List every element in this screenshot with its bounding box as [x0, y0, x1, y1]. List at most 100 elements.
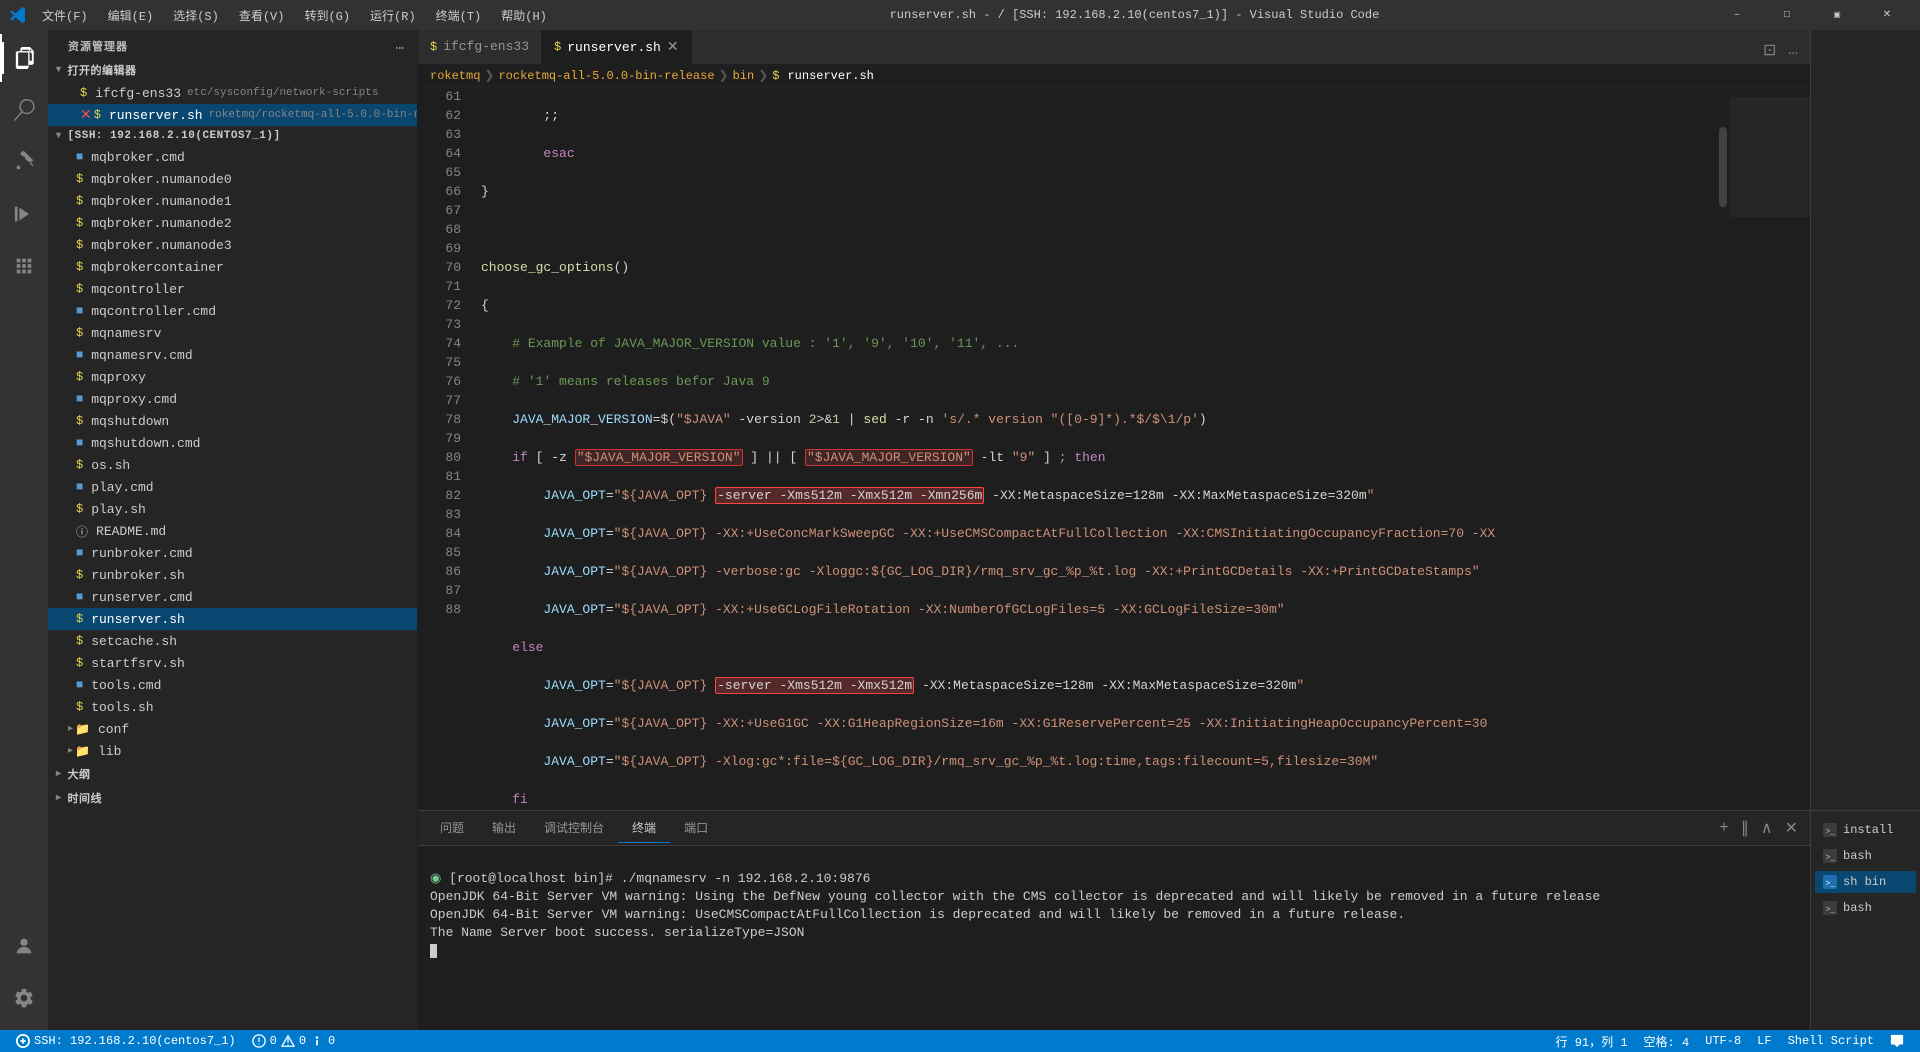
tree-startfsrv-sh[interactable]: $ startfsrv.sh — [48, 652, 417, 674]
menu-help[interactable]: 帮助(H) — [493, 5, 555, 26]
tree-tools-sh[interactable]: $ tools.sh — [48, 696, 417, 718]
file-icon-sh10: $ — [76, 370, 83, 384]
terminal-add-icon[interactable]: + — [1715, 815, 1733, 841]
split-editor-icon[interactable]: ⊡ — [1759, 36, 1780, 64]
folder-icon-lib: 📁 — [75, 744, 90, 759]
terminal-tab-ports[interactable]: 端口 — [670, 813, 722, 843]
scrollbar-thumb[interactable] — [1719, 127, 1727, 207]
tree-setcache-sh[interactable]: $ setcache.sh — [48, 630, 417, 652]
terminal-tab-problems[interactable]: 问题 — [426, 813, 478, 843]
terminal-tab-right: + ∥ ∧ ✕ — [1715, 814, 1802, 842]
menu-select[interactable]: 选择(S) — [165, 5, 227, 26]
maximize-button[interactable]: ▣ — [1814, 0, 1860, 30]
breadcrumb-bin[interactable]: bin — [733, 69, 755, 83]
restore-button[interactable]: □ — [1764, 0, 1810, 30]
scrollbar-track[interactable] — [1716, 87, 1730, 810]
terminal-maximize-icon[interactable]: ∧ — [1757, 814, 1777, 842]
code-line-64 — [481, 220, 1716, 239]
terminal-split-icon[interactable]: ∥ — [1737, 814, 1753, 842]
tree-mqnamesrv[interactable]: $ mqnamesrv — [48, 322, 417, 344]
timeline-section[interactable]: ▸ 时间线 — [48, 786, 417, 810]
menu-file[interactable]: 文件(F) — [34, 5, 96, 26]
tree-readme[interactable]: ⓘ README.md — [48, 520, 417, 542]
statusbar-errors[interactable]: 0 0 0 — [244, 1030, 344, 1052]
tree-runbroker-sh[interactable]: $ runbroker.sh — [48, 564, 417, 586]
activity-account[interactable] — [0, 922, 48, 970]
minimap-slider[interactable] — [1730, 97, 1810, 217]
tree-play-sh[interactable]: $ play.sh — [48, 498, 417, 520]
open-file-path-1: etc/sysconfig/network-scripts — [187, 87, 378, 99]
tree-mqproxy[interactable]: $ mqproxy — [48, 366, 417, 388]
tree-runbroker-cmd[interactable]: ■ runbroker.cmd — [48, 542, 417, 564]
menu-terminal[interactable]: 终端(T) — [428, 5, 490, 26]
terminal-entry-bash2[interactable]: >_ bash — [1815, 897, 1916, 919]
statusbar-lang[interactable]: Shell Script — [1780, 1030, 1882, 1052]
statusbar-remote[interactable]: SSH: 192.168.2.10(centos7_1) — [8, 1030, 244, 1052]
statusbar-encoding[interactable]: UTF-8 — [1697, 1030, 1749, 1052]
tree-tools-cmd[interactable]: ■ tools.cmd — [48, 674, 417, 696]
activity-extensions[interactable] — [0, 242, 48, 290]
activity-explorer[interactable] — [0, 34, 48, 82]
tree-mqbrokercontainer[interactable]: $ mqbrokercontainer — [48, 256, 417, 278]
activity-settings[interactable] — [0, 974, 48, 1022]
breadcrumb-sep3: ❯ — [758, 68, 768, 83]
statusbar-feedback[interactable] — [1882, 1030, 1912, 1052]
more-actions-icon[interactable]: … — [1784, 37, 1802, 63]
tree-mqcontroller-cmd[interactable]: ■ mqcontroller.cmd — [48, 300, 417, 322]
activity-git[interactable] — [0, 138, 48, 186]
menu-edit[interactable]: 编辑(E) — [100, 5, 162, 26]
terminal-entry-install[interactable]: >_ install — [1815, 819, 1916, 841]
tree-conf-folder[interactable]: ▸ 📁 conf — [48, 718, 417, 740]
breadcrumb-release[interactable]: rocketmq-all-5.0.0-bin-release — [498, 69, 714, 83]
tree-os-sh[interactable]: $ os.sh — [48, 454, 417, 476]
tab-runserver[interactable]: $ runserver.sh ✕ — [542, 30, 692, 64]
tree-mqnamesrv-cmd[interactable]: ■ mqnamesrv.cmd — [48, 344, 417, 366]
outline-section[interactable]: ▸ 大纲 — [48, 762, 417, 786]
open-file-ifcfg[interactable]: $ ifcfg-ens33 etc/sysconfig/network-scri… — [48, 82, 417, 104]
breadcrumb-file[interactable]: runserver.sh — [787, 69, 873, 83]
menu-go[interactable]: 转到(G) — [296, 5, 358, 26]
terminal-tabs: 问题 输出 调试控制台 终端 端口 + ∥ ∧ ✕ — [418, 811, 1810, 846]
code-editor[interactable]: 61 62 63 64 65 66 67 68 69 70 71 72 73 7… — [418, 87, 1810, 810]
tab-ifcfg[interactable]: $ ifcfg-ens33 — [418, 30, 542, 64]
terminal-close-icon[interactable]: ✕ — [1781, 814, 1802, 842]
tab-close-button[interactable]: ✕ — [667, 39, 679, 56]
statusbar-line-col[interactable]: 行 91，列 1 — [1548, 1030, 1636, 1052]
terminal-tab-terminal[interactable]: 终端 — [618, 813, 670, 843]
tree-mqbroker-cmd[interactable]: ■ mqbroker.cmd — [48, 146, 417, 168]
open-file-runserver[interactable]: ✕ $ runserver.sh roketmq/rocketmq-all-5.… — [48, 104, 417, 126]
tree-mqproxy-cmd[interactable]: ■ mqproxy.cmd — [48, 388, 417, 410]
tree-lib-folder[interactable]: ▸ 📁 lib — [48, 740, 417, 762]
tree-mqbroker-numa1[interactable]: $ mqbroker.numanode1 — [48, 190, 417, 212]
menu-view[interactable]: 查看(V) — [231, 5, 293, 26]
tree-mqbroker-numa3[interactable]: $ mqbroker.numanode3 — [48, 234, 417, 256]
open-editors-section[interactable]: ▾ 打开的编辑器 — [48, 58, 417, 82]
terminal-content[interactable]: ◉ [root@localhost bin]# ./mqnamesrv -n 1… — [418, 846, 1810, 1030]
tree-mqbroker-numa0[interactable]: $ mqbroker.numanode0 — [48, 168, 417, 190]
terminal-entry-label4: bash — [1843, 901, 1872, 915]
tree-play-cmd[interactable]: ■ play.cmd — [48, 476, 417, 498]
terminal-tab-output[interactable]: 输出 — [478, 813, 530, 843]
breadcrumb-roketmq[interactable]: roketmq — [430, 69, 480, 83]
menu-run[interactable]: 运行(R) — [362, 5, 424, 26]
new-file-icon[interactable]: … — [396, 38, 405, 54]
terminal-entry-shbin[interactable]: >_ sh bin — [1815, 871, 1916, 893]
close-button[interactable]: ✕ — [1864, 0, 1910, 30]
statusbar-line-ending[interactable]: LF — [1749, 1030, 1779, 1052]
tree-mqbroker-numa2[interactable]: $ mqbroker.numanode2 — [48, 212, 417, 234]
tree-mqcontroller[interactable]: $ mqcontroller — [48, 278, 417, 300]
code-content[interactable]: ;; esac } choose_gc_options() { # Exampl… — [473, 87, 1716, 810]
terminal-entry-bash1[interactable]: >_ bash — [1815, 845, 1916, 867]
terminal-entry-icon4: >_ — [1823, 901, 1837, 915]
tree-runserver-cmd[interactable]: ■ runserver.cmd — [48, 586, 417, 608]
close-file-icon[interactable]: ✕ — [80, 107, 92, 124]
minimize-button[interactable]: – — [1714, 0, 1760, 30]
statusbar-spaces[interactable]: 空格: 4 — [1636, 1030, 1698, 1052]
remote-section[interactable]: ▾ [SSH: 192.168.2.10(CENTOS7_1)] — [48, 126, 417, 146]
terminal-tab-debug[interactable]: 调试控制台 — [530, 813, 618, 843]
tree-mqshutdown-cmd[interactable]: ■ mqshutdown.cmd — [48, 432, 417, 454]
tree-runserver-sh[interactable]: $ runserver.sh — [48, 608, 417, 630]
tree-mqshutdown[interactable]: $ mqshutdown — [48, 410, 417, 432]
activity-search[interactable] — [0, 86, 48, 134]
activity-run[interactable] — [0, 190, 48, 238]
